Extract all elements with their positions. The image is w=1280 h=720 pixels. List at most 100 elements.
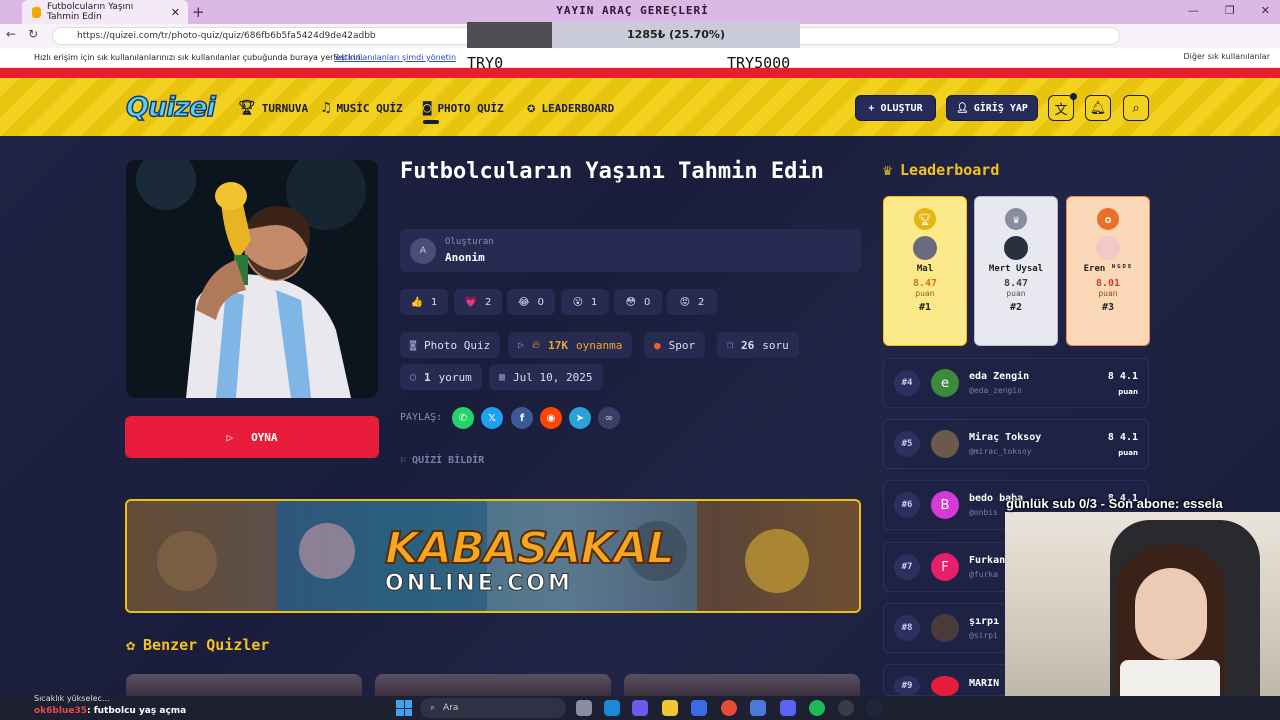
manage-bookmarks-link[interactable]: Sık kullanılanları şimdi yönetin — [334, 53, 456, 62]
avatar — [1004, 236, 1028, 260]
windows-start-icon[interactable] — [396, 700, 412, 716]
avatar — [931, 430, 959, 458]
similar-quiz-card[interactable] — [375, 674, 611, 696]
similar-quiz-card[interactable] — [624, 674, 860, 696]
camera-icon: ◙ — [410, 339, 417, 351]
similar-title: Benzer Quizler — [143, 636, 270, 654]
podium-second[interactable]: ♛ Mert Uysal 8.47 puan #2 — [974, 196, 1058, 346]
nav-leaderboard[interactable]: ✪ LEADERBOARD — [527, 100, 614, 116]
reaction-count: 1 — [431, 296, 438, 308]
reaction-count: 0 — [537, 296, 545, 308]
streamer-face — [1135, 568, 1207, 660]
comment-icon: ◯ — [410, 371, 417, 383]
laugh-icon: 😂 — [517, 296, 530, 308]
reddit-icon[interactable]: ◉ — [540, 407, 562, 429]
leaderboard-row[interactable] — [883, 419, 1149, 469]
flag-icon: ⚐ — [400, 455, 413, 466]
notifications-button[interactable]: 🔔︎ — [1085, 95, 1111, 121]
crown-icon: ♛ — [1005, 208, 1027, 230]
whatsapp-icon[interactable]: ✆ — [452, 407, 474, 429]
login-button[interactable]: 👤︎ GİRİŞ YAP — [946, 95, 1038, 121]
weather-widget[interactable]: Sıcaklık yükselec... — [34, 694, 110, 703]
row-rank: #8 — [894, 615, 920, 641]
nav-music-quiz[interactable]: ♫ MUSİC QUİZ — [322, 100, 403, 116]
store-icon[interactable] — [691, 700, 707, 716]
leaderboard-row[interactable] — [883, 358, 1149, 408]
red-divider — [0, 68, 1280, 78]
copilot-icon[interactable] — [632, 700, 648, 716]
translate-icon: 文 — [1054, 102, 1068, 118]
chip-quiz-type[interactable]: ◙ Photo Quiz — [400, 332, 501, 358]
telegram-icon[interactable]: ➤ — [569, 407, 591, 429]
active-nav-indicator — [423, 120, 439, 124]
play-icon: ▷ — [518, 339, 525, 351]
reaction-flushed[interactable]: 😳 0 — [614, 289, 662, 315]
reaction-laugh[interactable]: 😂 0 — [507, 289, 555, 315]
chip-comments[interactable]: ◯ 1 yorum — [400, 364, 482, 390]
comments-value: 1 — [424, 370, 431, 384]
play-button[interactable]: ▷ OYNA — [125, 416, 379, 458]
other-bookmarks[interactable]: Diğer sık kullanılanlar — [1184, 52, 1271, 61]
podium-name: Mal — [916, 264, 934, 274]
reload-icon[interactable]: ↻ — [28, 27, 38, 41]
thumbs-up-icon: 👍 — [410, 296, 424, 308]
chip-category[interactable]: ● Spor — [644, 332, 706, 358]
taskbar-search[interactable]: ⌕ Ara — [420, 698, 566, 718]
nav-label: PHOTO QUİZ — [437, 101, 504, 115]
row-score-label: puan — [1118, 449, 1138, 457]
search-button[interactable]: ⌕ — [1123, 95, 1149, 121]
bookmarks-hint: Hızlı erişim için sık kullanılanlarınızı… — [34, 53, 364, 62]
report-quiz-button[interactable]: ⚐ QUİZİ BİLDİR — [400, 455, 484, 466]
obs-icon[interactable] — [838, 700, 854, 716]
chrome-icon[interactable] — [721, 700, 737, 716]
reaction-love[interactable]: 💗 2 — [454, 289, 502, 315]
shapes-icon: ✿ — [126, 636, 136, 654]
avatar — [913, 236, 937, 260]
link-icon[interactable]: ∞ — [598, 407, 620, 429]
facebook-icon[interactable]: f — [511, 407, 533, 429]
login-label: GİRİŞ YAP — [973, 102, 1028, 114]
chat-text: : futbolcu yaş açma — [87, 706, 187, 716]
questions-value: 26 — [741, 338, 755, 352]
app-icon[interactable] — [750, 700, 766, 716]
chat-username: ok6blue35 — [34, 706, 87, 716]
edge-icon[interactable] — [604, 700, 620, 716]
reaction-angry[interactable]: 😡 2 — [667, 289, 717, 315]
reaction-like[interactable]: 👍 1 — [400, 289, 448, 315]
nav-tournament[interactable]: 🏆︎ TURNUVA — [238, 100, 308, 116]
chip-label: Photo Quiz — [424, 338, 491, 352]
similar-quiz-card[interactable] — [126, 674, 362, 696]
leaderboard-heading: ♛ Leaderboard — [883, 161, 999, 179]
steam-icon[interactable] — [867, 700, 883, 716]
angry-icon: 😡 — [679, 296, 691, 308]
x-twitter-icon[interactable]: 𝕏 — [481, 407, 503, 429]
site-logo[interactable]: Quizei — [125, 91, 216, 124]
discord-icon[interactable] — [780, 700, 796, 716]
row-name: MARIN — [969, 678, 1000, 689]
chip-label: Spor — [668, 338, 696, 352]
row-score: 8 4.1 — [1107, 371, 1138, 382]
podium-first[interactable]: 🏆︎ Mal 8.47 puan #1 — [883, 196, 967, 346]
chip-plays: ▷ 🔥︎ 17K oynanma — [508, 332, 633, 358]
reaction-count: 1 — [591, 296, 598, 308]
file-explorer-icon[interactable] — [662, 700, 678, 716]
nav-photo-quiz[interactable]: ◙ PHOTO QUİZ — [423, 100, 504, 116]
row-name: Furkan — [969, 555, 1006, 566]
podium-name: Mert Uysal — [988, 264, 1044, 274]
search-icon: ⌕ — [430, 703, 436, 713]
report-label: QUİZİ BİLDİR — [412, 455, 485, 466]
back-icon[interactable]: ← — [6, 27, 16, 41]
task-view-icon[interactable] — [576, 700, 592, 716]
spotify-icon[interactable] — [809, 700, 825, 716]
podium-score-label: puan — [915, 289, 935, 298]
share-label: PAYLAŞ: — [400, 412, 443, 423]
music-icon: ♫ — [322, 100, 331, 116]
flushed-icon: 😳 — [625, 296, 637, 308]
row-rank: #5 — [894, 431, 920, 457]
reaction-wow[interactable]: 😮 1 — [561, 289, 609, 315]
chip-questions: ❐ 26 soru — [717, 332, 799, 358]
play-icon: ▷ — [226, 430, 234, 444]
create-button[interactable]: + OLUŞTUR — [855, 95, 936, 121]
avatar — [1096, 236, 1120, 260]
podium-third[interactable]: ✪ Eren ᴺᴳᴰᴱ 8.01 puan #3 — [1066, 196, 1150, 346]
